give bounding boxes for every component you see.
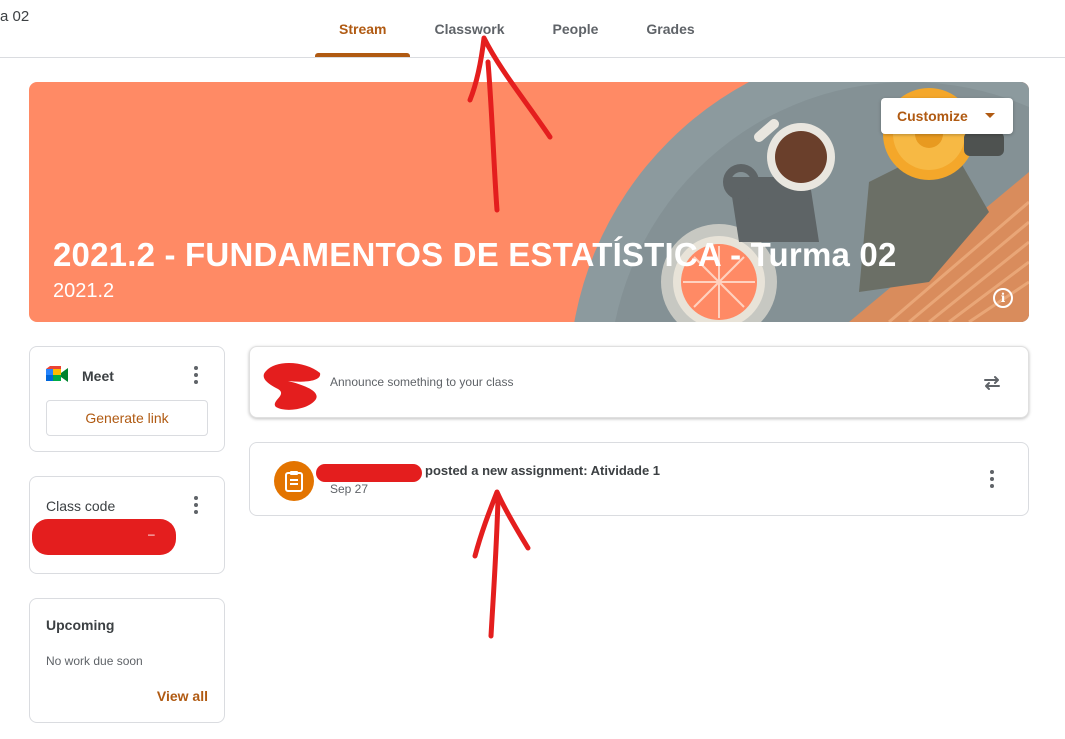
class-section: 2021.2 — [53, 280, 115, 302]
assignment-icon — [274, 461, 314, 501]
post-date: Sep 27 — [330, 482, 369, 496]
announce-card[interactable]: Announce something to your class — [249, 346, 1029, 418]
top-navigation-bar: a 02 Stream Classwork People Grades — [0, 0, 1065, 58]
tab-people[interactable]: People — [529, 0, 623, 57]
class-code-more-options-icon[interactable] — [186, 495, 206, 515]
upcoming-card: Upcoming No work due soon View all — [29, 598, 225, 723]
post-summary[interactable]: posted a new assignment: Atividade 1 — [425, 463, 660, 478]
caret-down-icon — [985, 113, 995, 118]
meet-card: Meet Generate link — [29, 346, 225, 452]
class-name: 2021.2 - FUNDAMENTOS DE ESTATÍSTICA - Tu… — [53, 236, 897, 273]
meet-title: Meet — [82, 368, 114, 384]
upcoming-title: Upcoming — [46, 617, 115, 633]
repost-icon[interactable] — [980, 371, 1004, 395]
tab-classwork[interactable]: Classwork — [410, 0, 528, 57]
banner-illustration — [574, 82, 1029, 322]
post-more-options-icon[interactable] — [982, 469, 1002, 489]
tab-stream[interactable]: Stream — [315, 0, 411, 57]
class-title-fragment: a 02 — [0, 8, 30, 25]
meet-more-options-icon[interactable] — [186, 365, 206, 385]
class-code-title: Class code — [46, 498, 116, 514]
redacted-class-code: – — [32, 519, 176, 555]
announce-input[interactable]: Announce something to your class — [330, 375, 513, 389]
view-all-link[interactable]: View all — [157, 688, 208, 704]
tab-bar: Stream Classwork People Grades — [315, 0, 719, 57]
info-icon[interactable]: i — [993, 288, 1013, 308]
class-code-suffix: – — [148, 527, 155, 541]
customize-label: Customize — [897, 108, 968, 124]
stream-post[interactable]: posted a new assignment: Atividade 1 Sep… — [249, 442, 1029, 516]
customize-button[interactable]: Customize — [881, 98, 1013, 134]
arrow-to-post — [488, 497, 501, 639]
upcoming-status: No work due soon — [46, 654, 143, 668]
class-code-card: Class code – — [29, 476, 225, 574]
redacted-author-name — [316, 464, 422, 482]
google-meet-icon — [46, 366, 68, 382]
generate-link-button[interactable]: Generate link — [46, 400, 208, 436]
redacted-avatar — [263, 362, 321, 410]
tab-grades[interactable]: Grades — [622, 0, 718, 57]
class-banner: 2021.2 - FUNDAMENTOS DE ESTATÍSTICA - Tu… — [29, 82, 1029, 322]
